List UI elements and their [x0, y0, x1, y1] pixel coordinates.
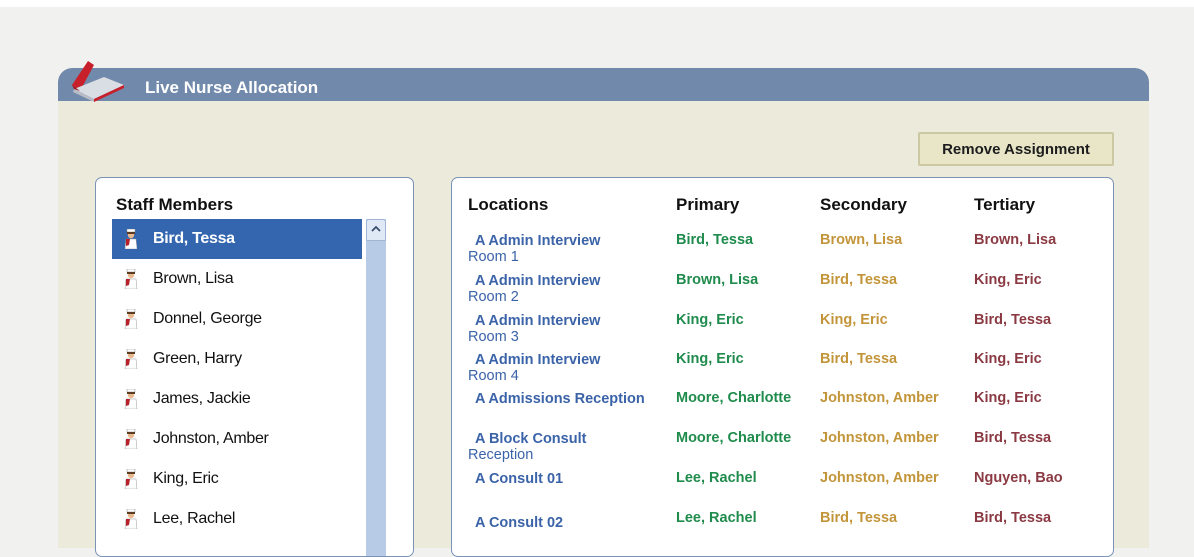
page-title: Live Nurse Allocation: [145, 78, 319, 97]
secondary-nurse[interactable]: Johnston, Amber: [820, 470, 939, 486]
location-row[interactable]: A Admin Interview Room 3 King, Eric King, E…: [452, 306, 1113, 347]
staff-members-panel: Staff Members Bird, Tessa Brown, Lisa Donn…: [95, 177, 414, 557]
location-name[interactable]: A Admissions Reception: [468, 390, 668, 407]
remove-assignment-button[interactable]: Remove Assignment: [918, 132, 1114, 166]
tertiary-nurse[interactable]: Bird, Tessa: [974, 312, 1051, 328]
staff-item[interactable]: Lee, Rachel: [112, 499, 362, 539]
secondary-header: Secondary: [820, 195, 907, 214]
nurse-icon: [124, 269, 138, 289]
location-row[interactable]: A Admin Interview Room 4 King, Eric Bird, T…: [452, 345, 1113, 386]
panel-header: Live Nurse Allocation: [58, 68, 1149, 101]
primary-nurse[interactable]: Lee, Rachel: [676, 510, 757, 526]
staff-item[interactable]: Green, Harry: [112, 339, 362, 379]
staff-name: Bird, Tessa: [153, 230, 235, 247]
top-strip: [0, 0, 1194, 7]
location-name-line1: A Admissions Reception: [475, 391, 645, 407]
staff-name: Green, Harry: [153, 350, 242, 367]
scroll-thumb[interactable]: [366, 244, 386, 556]
secondary-nurse[interactable]: Johnston, Amber: [820, 390, 939, 406]
primary-nurse[interactable]: Brown, Lisa: [676, 272, 758, 288]
tertiary-nurse[interactable]: Bird, Tessa: [974, 430, 1051, 446]
secondary-nurse[interactable]: Johnston, Amber: [820, 430, 939, 446]
primary-nurse[interactable]: Moore, Charlotte: [676, 430, 791, 446]
location-row[interactable]: A Consult 01 Lee, Rachel Johnston, Amber Ng…: [452, 464, 1113, 504]
staff-item[interactable]: Donnel, George: [112, 299, 362, 339]
primary-nurse[interactable]: Lee, Rachel: [676, 470, 757, 486]
location-name[interactable]: A Admin Interview Room 1: [468, 232, 668, 267]
staff-item[interactable]: Brown, Lisa: [112, 259, 362, 299]
secondary-nurse[interactable]: Bird, Tessa: [820, 510, 897, 526]
location-name-line1: A Consult 02: [475, 515, 564, 531]
tertiary-nurse[interactable]: Bird, Tessa: [974, 510, 1051, 526]
secondary-nurse[interactable]: Bird, Tessa: [820, 351, 897, 367]
tertiary-nurse[interactable]: Brown, Lisa: [974, 232, 1056, 248]
scroll-up-button[interactable]: [366, 219, 386, 241]
locations-panel: Locations Primary Secondary Tertiary A A…: [451, 177, 1114, 557]
secondary-nurse[interactable]: Bird, Tessa: [820, 272, 897, 288]
book-icon: [72, 61, 124, 102]
secondary-nurse[interactable]: King, Eric: [820, 312, 888, 328]
tertiary-nurse[interactable]: King, Eric: [974, 390, 1042, 406]
location-row[interactable]: A Admin Interview Room 1 Bird, Tessa Brown,…: [452, 226, 1113, 267]
staff-name: Lee, Rachel: [153, 510, 236, 527]
primary-nurse[interactable]: King, Eric: [676, 312, 744, 328]
staff-item[interactable]: King, Eric: [112, 459, 362, 499]
location-row[interactable]: A Admin Interview Room 2 Brown, Lisa Bird, …: [452, 266, 1113, 307]
tertiary-nurse[interactable]: King, Eric: [974, 351, 1042, 367]
primary-nurse[interactable]: Moore, Charlotte: [676, 390, 791, 406]
location-name[interactable]: A Admin Interview Room 3: [468, 312, 668, 347]
staff-item[interactable]: Johnston, Amber: [112, 419, 362, 459]
nurse-icon: [124, 469, 138, 489]
staff-name: Brown, Lisa: [153, 270, 234, 287]
staff-name: James, Jackie: [153, 390, 251, 407]
nurse-icon: [124, 229, 138, 249]
nurse-icon: [124, 509, 138, 529]
location-row[interactable]: A Consult 02 Lee, Rachel Bird, Tessa Bird, …: [452, 504, 1113, 544]
staff-list: Bird, Tessa Brown, Lisa Donnel, George Gree…: [112, 219, 362, 539]
tertiary-nurse[interactable]: Nguyen, Bao: [974, 470, 1063, 486]
primary-nurse[interactable]: King, Eric: [676, 351, 744, 367]
nurse-icon: [124, 349, 138, 369]
locations-header: Locations: [468, 195, 549, 214]
secondary-nurse[interactable]: Brown, Lisa: [820, 232, 902, 248]
location-name[interactable]: A Block Consult Reception: [468, 430, 668, 465]
staff-name: Johnston, Amber: [153, 430, 269, 447]
staff-name: Donnel, George: [153, 310, 262, 327]
chevron-up-icon: [371, 225, 381, 232]
nurse-icon: [124, 389, 138, 409]
tertiary-header: Tertiary: [974, 195, 1036, 214]
location-name-line1: A Consult 01: [475, 471, 564, 487]
tertiary-nurse[interactable]: King, Eric: [974, 272, 1042, 288]
staff-name: King, Eric: [153, 470, 219, 487]
staff-members-title: Staff Members: [116, 195, 234, 214]
staff-list-scrollbar[interactable]: [366, 219, 386, 556]
location-row[interactable]: A Block Consult Reception Moore, Charlotte…: [452, 424, 1113, 465]
staff-item[interactable]: James, Jackie: [112, 379, 362, 419]
location-name[interactable]: A Admin Interview Room 2: [468, 272, 668, 307]
location-name[interactable]: A Admin Interview Room 4: [468, 351, 668, 386]
location-row[interactable]: A Admissions Reception Moore, Charlotte Jo…: [452, 384, 1113, 424]
primary-nurse[interactable]: Bird, Tessa: [676, 232, 753, 248]
staff-item[interactable]: Bird, Tessa: [112, 219, 362, 259]
location-name[interactable]: A Consult 01: [468, 470, 668, 487]
location-name[interactable]: A Consult 02: [468, 514, 668, 531]
primary-header: Primary: [676, 195, 740, 214]
nurse-icon: [124, 309, 138, 329]
nurse-icon: [124, 429, 138, 449]
